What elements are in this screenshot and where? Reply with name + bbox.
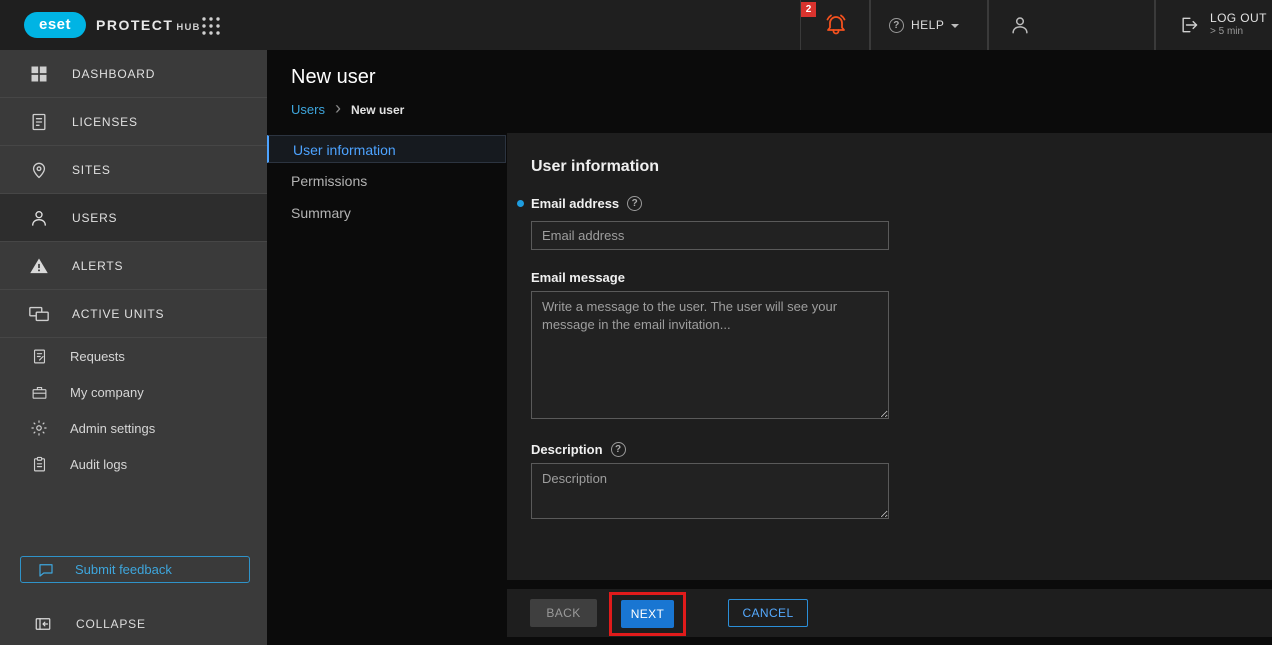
sidebar-item-label: SITES [72, 163, 111, 177]
sidebar-item-dashboard[interactable]: DASHBOARD [0, 50, 267, 98]
step-permissions[interactable]: Permissions [267, 167, 506, 195]
product-name: PROTECTHUB [96, 17, 201, 33]
action-bar: BACK NEXT CANCEL [507, 589, 1272, 637]
sidebar-item-active-units[interactable]: ACTIVE UNITS [0, 290, 267, 338]
collapse-label: COLLAPSE [76, 617, 146, 631]
alarm-bell-icon [822, 11, 850, 44]
sidebar-item-my-company[interactable]: My company [0, 374, 267, 410]
step-summary[interactable]: Summary [267, 199, 506, 227]
sidebar-item-label: ACTIVE UNITS [72, 307, 164, 321]
logout-button[interactable]: LOG OUT > 5 min [1155, 0, 1272, 50]
sidebar-item-alerts[interactable]: ALERTS [0, 242, 267, 290]
eset-logo[interactable]: eset [24, 12, 86, 38]
sidebar-item-requests[interactable]: Requests [0, 338, 267, 374]
sites-icon [28, 159, 50, 181]
person-icon [1009, 14, 1031, 41]
notification-badge: 2 [801, 2, 816, 17]
sidebar-item-users[interactable]: USERS [0, 194, 267, 242]
annotation-highlight-box: NEXT [609, 592, 686, 636]
email-message-field[interactable] [531, 291, 889, 419]
gear-icon [30, 417, 48, 439]
sidebar-item-label: DASHBOARD [72, 67, 155, 81]
description-label: Description [531, 442, 626, 457]
email-address-field[interactable] [531, 221, 889, 250]
feedback-chat-icon [35, 559, 57, 581]
email-address-label: Email address [531, 196, 642, 211]
section-title: User information [531, 158, 659, 176]
apps-grid-icon[interactable] [200, 15, 222, 37]
sidebar-item-label: USERS [72, 211, 117, 225]
help-circle-icon [889, 18, 904, 33]
sidebar-item-label: Audit logs [70, 457, 127, 472]
breadcrumb-users-link[interactable]: Users [291, 102, 325, 117]
feedback-label: Submit feedback [75, 562, 172, 577]
breadcrumb: Users New user [291, 101, 404, 118]
dashboard-icon [28, 63, 50, 85]
active-units-icon [28, 303, 50, 325]
main-content: New user Users New user User information… [267, 50, 1272, 645]
sidebar-item-label: LICENSES [72, 115, 138, 129]
notifications-button[interactable]: 2 [800, 0, 870, 50]
step-user-information[interactable]: User information [267, 135, 506, 163]
help-circle-icon[interactable] [611, 442, 626, 457]
logout-label: LOG OUT [1210, 11, 1267, 26]
sidebar-item-sites[interactable]: SITES [0, 146, 267, 194]
sidebar-item-label: Admin settings [70, 421, 155, 436]
page-title: New user [291, 66, 375, 89]
submit-feedback-button[interactable]: Submit feedback [20, 556, 250, 583]
app-window: eset PROTECTHUB 2 [0, 0, 1272, 645]
wizard-steps: User information Permissions Summary [267, 135, 506, 231]
description-field[interactable] [531, 463, 889, 519]
help-button[interactable]: HELP [870, 0, 988, 50]
help-label: HELP [911, 18, 944, 32]
back-button[interactable]: BACK [530, 599, 597, 627]
collapse-button[interactable]: COLLAPSE [0, 610, 267, 638]
collapse-icon [32, 613, 54, 635]
audit-icon [30, 453, 48, 475]
sidebar-item-label: My company [70, 385, 144, 400]
sidebar-item-label: Requests [70, 349, 125, 364]
sidebar-item-admin-settings[interactable]: Admin settings [0, 410, 267, 446]
breadcrumb-current: New user [351, 103, 404, 117]
sidebar-item-licenses[interactable]: LICENSES [0, 98, 267, 146]
sidebar-item-label: ALERTS [72, 259, 123, 273]
sidebar-item-audit-logs[interactable]: Audit logs [0, 446, 267, 482]
requests-icon [30, 345, 48, 367]
logout-icon [1178, 14, 1200, 36]
user-information-panel: User information Email address Email mes… [507, 133, 1272, 580]
required-dot [517, 200, 524, 207]
next-button[interactable]: NEXT [621, 600, 674, 628]
alerts-icon [28, 255, 50, 277]
cancel-button[interactable]: CANCEL [728, 599, 808, 627]
company-icon [30, 381, 48, 403]
logout-timer: > 5 min [1210, 26, 1267, 39]
users-icon [28, 207, 50, 229]
chevron-down-icon [951, 24, 959, 28]
licenses-icon [28, 111, 50, 133]
topbar: eset PROTECTHUB 2 [0, 0, 1272, 50]
chevron-right-icon [335, 101, 341, 118]
email-message-label: Email message [531, 270, 625, 285]
account-button[interactable] [988, 0, 1155, 50]
sidebar: DASHBOARD LICENSES SITES [0, 50, 267, 645]
help-circle-icon[interactable] [627, 196, 642, 211]
